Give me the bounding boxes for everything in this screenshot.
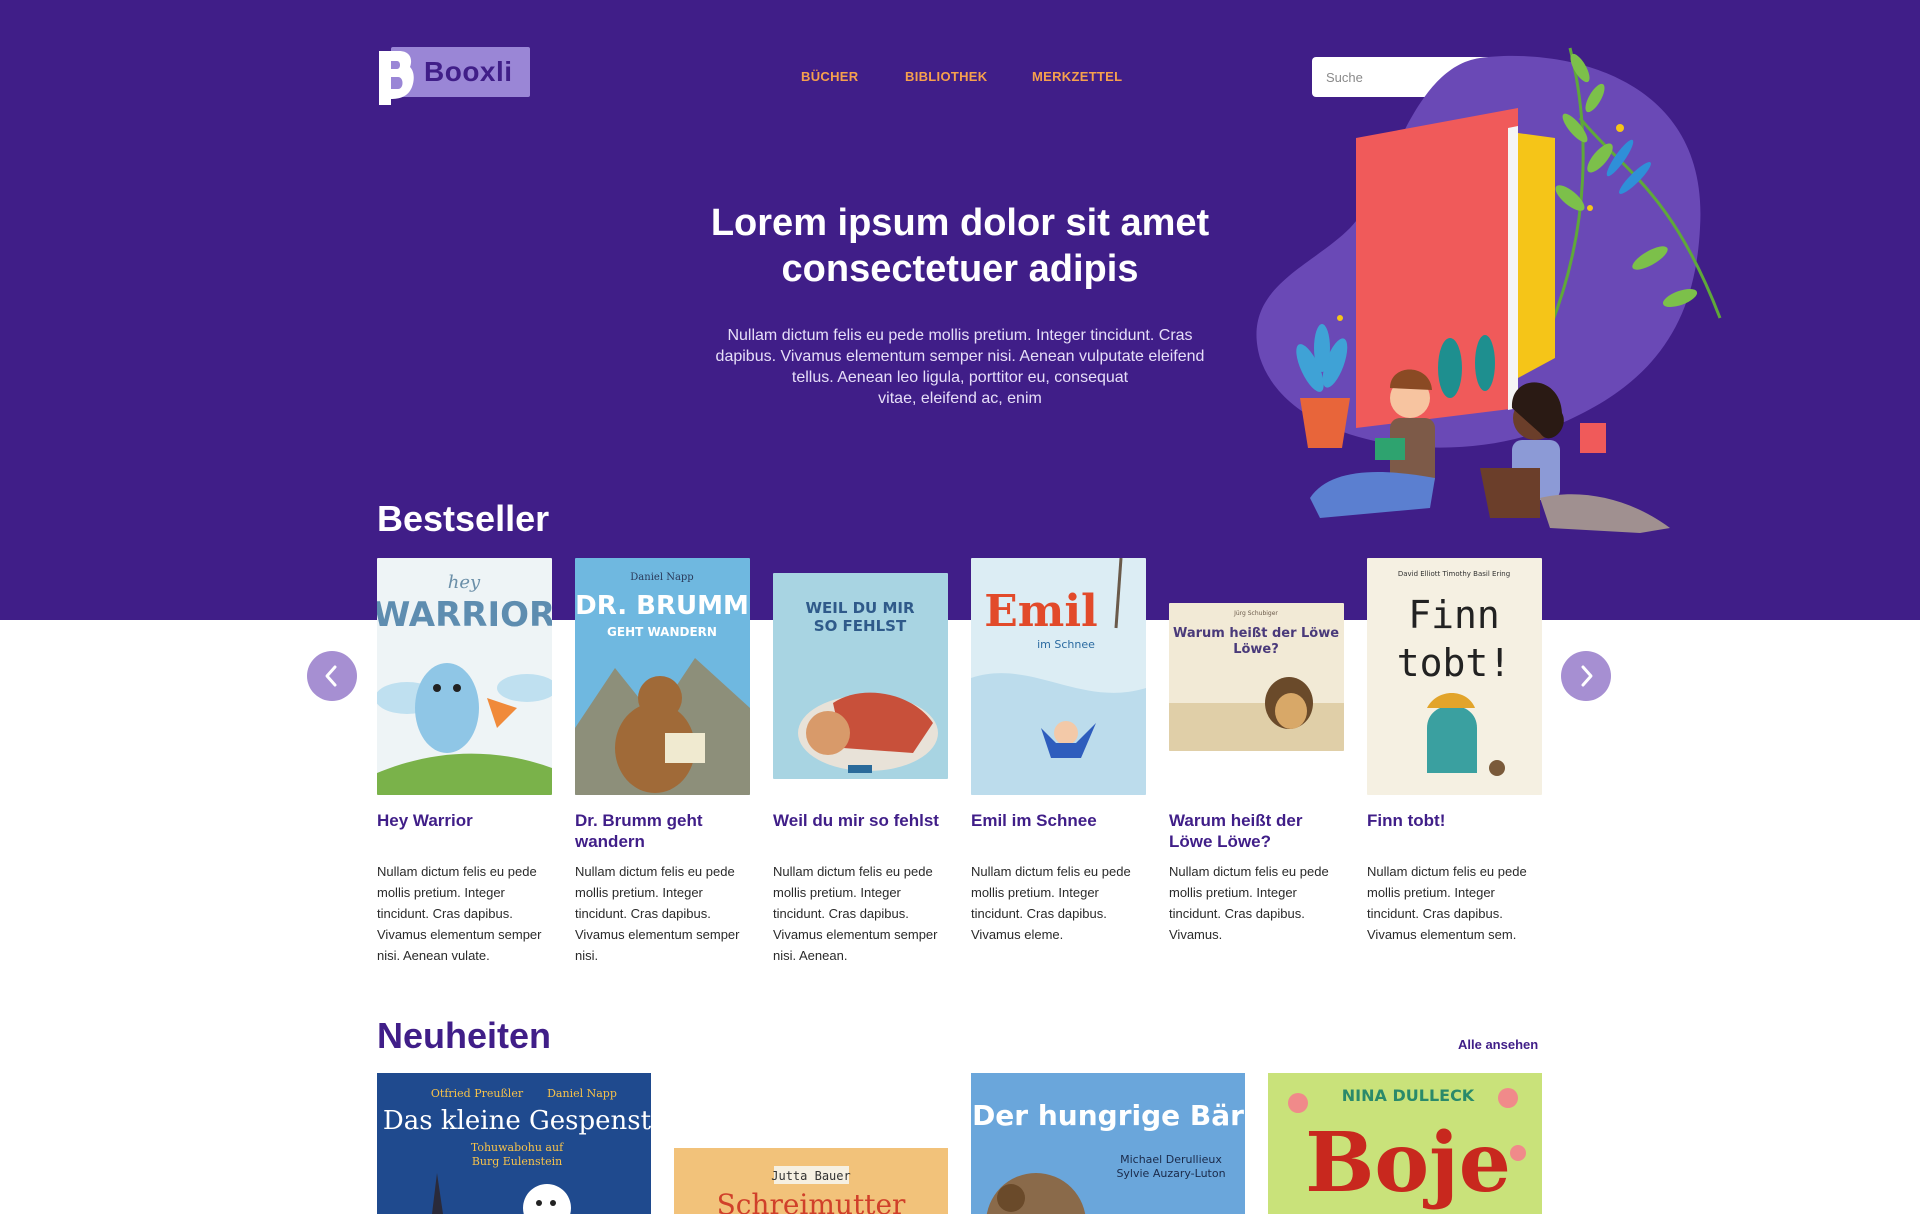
chevron-right-icon xyxy=(1581,665,1593,687)
carousel-prev-button[interactable] xyxy=(307,651,357,701)
svg-text:Boje: Boje xyxy=(1305,1115,1511,1211)
book-cover[interactable]: Jürg Schubiger Warum heißt der Löwe Löwe… xyxy=(1169,603,1344,751)
hero-subtitle: Nullam dictum felis eu pede mollis preti… xyxy=(690,325,1230,409)
new-book-cover[interactable]: Der hungrige Bär Michael Derullieux Sylv… xyxy=(971,1073,1245,1214)
bestseller-title: Bestseller xyxy=(377,498,550,539)
new-book-cover[interactable]: Otfried Preußler Daniel Napp Das kleine … xyxy=(377,1073,651,1214)
hero-subtitle-line: Nullam dictum felis eu pede mollis preti… xyxy=(727,327,1193,344)
new-book-cover[interactable]: Jutta Bauer Schreimutter xyxy=(674,1148,948,1214)
book-cover[interactable]: Daniel Napp DR. BRUMM GEHT WANDERN xyxy=(575,558,750,795)
svg-text:Das kleine Gespenst: Das kleine Gespenst xyxy=(383,1106,651,1136)
svg-text:David Elliott Timothy Basil: David Elliott Timothy Basil Ering xyxy=(1398,570,1510,578)
svg-text:Jürg Schubiger: Jürg Schubiger xyxy=(1233,610,1278,617)
svg-text:Jutta Bauer: Jutta Bauer xyxy=(771,1169,850,1183)
hero-subtitle-line: dapibus. Vivamus elementum semper nisi. … xyxy=(715,348,1205,365)
svg-text:Michael Derullieux: Michael Derullieux xyxy=(1120,1153,1222,1166)
reading-kids-illustration xyxy=(1256,47,1722,533)
svg-text:im Schnee: im Schnee xyxy=(1037,638,1095,651)
book-title[interactable]: Weil du mir so fehlst xyxy=(773,810,948,831)
nav-item-buecher[interactable]: BÜCHER xyxy=(801,69,858,84)
svg-text:Schreimutter: Schreimutter xyxy=(717,1188,906,1214)
book-title[interactable]: Dr. Brumm geht wandern xyxy=(575,810,750,852)
hero-headline-line: consectetuer adipis xyxy=(781,248,1139,290)
svg-text:hey: hey xyxy=(448,572,481,593)
book-description: Nullam dictum felis eu pede mollis preti… xyxy=(1169,864,1329,942)
book-cover[interactable]: WEIL DU MIR SO FEHLST xyxy=(773,573,948,779)
book-description: Nullam dictum felis eu pede mollis preti… xyxy=(575,864,740,963)
logo-b-icon xyxy=(379,51,414,105)
neuheiten-title: Neuheiten xyxy=(377,1015,552,1056)
svg-text:DR. BRUMM: DR. BRUMM xyxy=(575,591,749,621)
book-cover[interactable]: Emil im Schnee xyxy=(971,558,1146,795)
svg-text:Sylvie Auzary-Luton: Sylvie Auzary-Luton xyxy=(1116,1167,1225,1180)
svg-text:Otfried Preußler: Otfried Preußler xyxy=(431,1087,524,1100)
nav-item-merkzettel[interactable]: MERKZETTEL xyxy=(1032,69,1122,84)
svg-text:tobt!: tobt! xyxy=(1397,641,1511,685)
svg-text:NINA DULLECK: NINA DULLECK xyxy=(1342,1086,1475,1105)
svg-text:Daniel Napp: Daniel Napp xyxy=(630,572,693,583)
svg-text:GEHT WANDERN: GEHT WANDERN xyxy=(607,625,717,639)
see-all-link[interactable]: Alle ansehen xyxy=(1458,1037,1538,1052)
book-cover[interactable]: David Elliott Timothy Basil Ering Finn t… xyxy=(1367,558,1542,795)
book-description: Nullam dictum felis eu pede mollis preti… xyxy=(971,864,1131,942)
book-title[interactable]: Emil im Schnee xyxy=(971,810,1146,831)
book-description: Nullam dictum felis eu pede mollis preti… xyxy=(1367,864,1527,942)
nav-item-bibliothek[interactable]: BIBLIOTHEK xyxy=(905,69,987,84)
svg-text:WARRIOR: WARRIOR xyxy=(377,595,552,635)
hero-headline-line: Lorem ipsum dolor sit amet xyxy=(710,202,1210,244)
hero-subtitle-line: vitae, eleifend ac, enim xyxy=(878,390,1042,407)
svg-text:SO FEHLST: SO FEHLST xyxy=(814,617,907,635)
book-description: Nullam dictum felis eu pede mollis preti… xyxy=(377,864,542,963)
svg-text:Finn: Finn xyxy=(1408,593,1500,637)
book-description: Nullam dictum felis eu pede mollis preti… xyxy=(773,864,938,963)
book-cover[interactable]: hey WARRIOR xyxy=(377,558,552,795)
book-title[interactable]: Hey Warrior xyxy=(377,810,552,831)
svg-text:Daniel Napp: Daniel Napp xyxy=(547,1087,617,1100)
svg-text:Emil: Emil xyxy=(984,586,1098,637)
book-title[interactable]: Finn tobt! xyxy=(1367,810,1542,831)
svg-text:Der hungrige Bär: Der hungrige Bär xyxy=(972,1099,1244,1132)
book-title[interactable]: Warum heißt der Löwe Löwe? xyxy=(1169,810,1344,852)
hero-headline: Lorem ipsum dolor sit amet consectetuer … xyxy=(640,200,1280,292)
chevron-left-icon xyxy=(325,665,337,687)
hero-subtitle-line: tellus. Aenean leo ligula, porttitor eu,… xyxy=(791,369,1129,386)
carousel-next-button[interactable] xyxy=(1561,651,1611,701)
svg-text:Burg Eulenstein: Burg Eulenstein xyxy=(472,1155,562,1168)
logo-text: Booxli xyxy=(424,56,513,87)
svg-text:WEIL DU MIR: WEIL DU MIR xyxy=(805,599,915,617)
svg-text:Tohuwabohu auf: Tohuwabohu auf xyxy=(471,1141,564,1154)
svg-text:Löwe?: Löwe? xyxy=(1233,642,1279,657)
svg-text:Warum heißt der Löwe: Warum heißt der Löwe xyxy=(1173,626,1339,641)
booxli-logo[interactable]: Booxli xyxy=(377,47,530,107)
new-book-cover[interactable]: NINA DULLECK Boje xyxy=(1268,1073,1542,1214)
